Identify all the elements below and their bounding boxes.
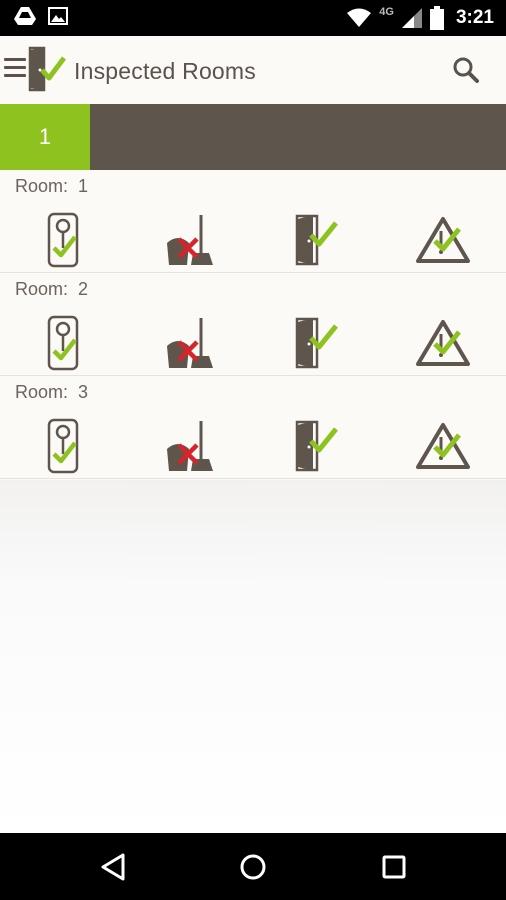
recents-icon[interactable] (376, 849, 412, 885)
signal-icon (401, 8, 422, 28)
back-icon[interactable] (96, 849, 132, 885)
hazard-check-icon[interactable] (380, 210, 506, 270)
room-row[interactable]: Room: 3 (0, 376, 506, 479)
door-check-icon[interactable] (253, 313, 380, 373)
door-check-icon[interactable] (253, 210, 380, 270)
hazard-check-icon[interactable] (380, 313, 506, 373)
clock: 3:21 (455, 7, 494, 28)
room-status-icons (0, 210, 506, 270)
room-row[interactable]: Room: 1 (0, 170, 506, 273)
status-bar: 4G 3:21 (0, 0, 506, 36)
app-bar: Inspected Rooms (0, 36, 506, 104)
navigation-bar (0, 833, 506, 900)
room-list: Room: 1 Room: 2 Room: 3 (0, 170, 506, 479)
drive-icon (14, 7, 36, 25)
cleaning-x-icon[interactable] (127, 313, 254, 373)
door-hanger-check-icon[interactable] (0, 416, 127, 476)
room-label: Room: 2 (15, 279, 89, 299)
room-row[interactable]: Room: 2 (0, 273, 506, 376)
page-tabs: 1 (0, 104, 506, 170)
empty-list-area (0, 480, 506, 833)
door-check-icon[interactable] (253, 416, 380, 476)
image-icon (48, 7, 68, 25)
page-title: Inspected Rooms (74, 58, 256, 84)
door-hanger-check-icon[interactable] (0, 313, 127, 373)
network-type: 4G (379, 6, 394, 18)
door-hanger-check-icon[interactable] (0, 210, 127, 270)
search-icon[interactable] (452, 56, 480, 84)
room-label: Room: 3 (15, 382, 89, 402)
room-status-icons (0, 313, 506, 373)
tab-1[interactable]: 1 (0, 104, 90, 170)
wifi-icon (347, 8, 372, 27)
inspected-rooms-logo-icon (28, 46, 66, 92)
battery-icon (429, 6, 444, 30)
cleaning-x-icon[interactable] (127, 416, 254, 476)
hazard-check-icon[interactable] (380, 416, 506, 476)
menu-icon[interactable] (4, 58, 26, 78)
room-status-icons (0, 416, 506, 476)
room-label: Room: 1 (15, 176, 89, 196)
home-icon[interactable] (235, 849, 271, 885)
cleaning-x-icon[interactable] (127, 210, 254, 270)
